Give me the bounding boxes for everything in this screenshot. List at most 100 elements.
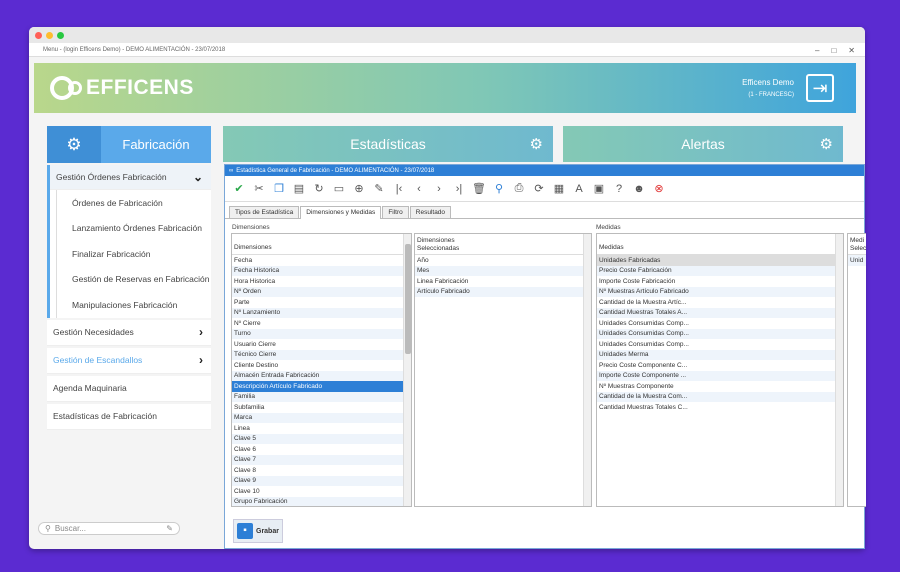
list-item[interactable]: Unidades Fabricadas [597, 255, 843, 266]
list-item[interactable]: Descripción Artículo Fabricado [232, 381, 411, 392]
dimensiones-seleccionadas-list[interactable]: Dimensiones Seleccionadas Año Mes Linea Fa… [414, 233, 592, 507]
search-input[interactable]: Buscar... [55, 524, 162, 533]
list-item[interactable]: Usuario Cierre [232, 339, 411, 350]
list-item[interactable]: Clave 6 [232, 444, 411, 455]
maximize-button[interactable]: □ [831, 46, 836, 55]
translate-icon[interactable]: A [571, 181, 587, 197]
sidebar-subitem[interactable]: Finalizar Fabricación [56, 241, 211, 267]
next-icon[interactable]: › [431, 181, 447, 197]
close-dot[interactable] [35, 31, 42, 39]
tab-tipos[interactable]: Tipos de Estadística [229, 206, 300, 218]
list-item[interactable]: Fecha [232, 255, 411, 266]
search-icon[interactable]: ⚲ [491, 181, 507, 197]
list-item[interactable]: Nº Lanzamiento [232, 307, 411, 318]
sidebar-subitem[interactable]: Gestión de Reservas en Fabricación [56, 266, 211, 292]
sidebar-item-escandallos[interactable]: Gestión de Escandallos › [47, 347, 211, 374]
add-icon[interactable]: ⊕ [351, 181, 367, 197]
list-item[interactable]: Técnico Cierre [232, 349, 411, 360]
list-item[interactable]: Nº Muestras Artículo Fabricado [597, 286, 843, 297]
list-item[interactable]: Clave 9 [232, 475, 411, 486]
list-item[interactable]: Nº Cierre [232, 318, 411, 329]
alertas-panel[interactable]: Alertas ⚙ [563, 126, 843, 162]
list-item[interactable]: Marca [232, 412, 411, 423]
cancel-icon[interactable]: ⊗ [651, 181, 667, 197]
list-item[interactable]: Unidades Consumidas Comp... [597, 339, 843, 350]
list-item[interactable]: Clave 5 [232, 433, 411, 444]
list-item[interactable]: Cantidad de la Muestra Artíc... [597, 297, 843, 308]
sidebar-search[interactable]: ⚲ Buscar... ✎ [38, 522, 180, 535]
paste-icon[interactable]: ▤ [291, 181, 307, 197]
list-item[interactable]: Importe Coste Componente ... [597, 370, 843, 381]
list-item[interactable]: Turno [232, 328, 411, 339]
list-item[interactable]: Unid [848, 255, 866, 266]
tab-resultado[interactable]: Resultado [409, 206, 452, 218]
list-item[interactable]: Unidades Merma [597, 349, 843, 360]
scrollbar[interactable] [583, 234, 591, 506]
cut-icon[interactable]: ✂ [251, 181, 267, 197]
list-item[interactable]: Unidades Consumidas Comp... [597, 318, 843, 329]
minimize-button[interactable]: – [815, 46, 819, 55]
prev-icon[interactable]: ‹ [411, 181, 427, 197]
list-item[interactable]: Cliente Destino [232, 360, 411, 371]
sidebar-subitem[interactable]: Órdenes de Fabricación [56, 190, 211, 216]
list-item[interactable]: Precio Coste Fabricación [597, 265, 843, 276]
close-button[interactable]: ✕ [848, 46, 855, 55]
last-icon[interactable]: ›| [451, 181, 467, 197]
excel-icon[interactable]: ▦ [551, 181, 567, 197]
zoom-dot[interactable] [57, 31, 64, 39]
list-item[interactable]: Nº Orden [232, 286, 411, 297]
copy-icon[interactable]: ❐ [271, 181, 287, 197]
tab-filtro[interactable]: Filtro [382, 206, 409, 218]
sidebar-item-gestion-ordenes[interactable]: Gestión Órdenes Fabricación ⌄ [50, 165, 211, 190]
eraser-icon[interactable]: ✎ [166, 524, 173, 533]
refresh-icon[interactable]: ↻ [311, 181, 327, 197]
list-item[interactable]: Subfamilia [232, 402, 411, 413]
users-icon[interactable]: ☻ [631, 181, 647, 197]
sync-icon[interactable]: ⟳ [531, 181, 547, 197]
list-item[interactable]: Cantidad Muestras Totales A... [597, 307, 843, 318]
list-item[interactable]: Cantidad Muestras Totales C... [597, 402, 843, 413]
list-item[interactable]: Cantidad de la Muestra Com... [597, 391, 843, 402]
medidas-seleccionadas-list[interactable]: Medi Selec Unid [847, 233, 866, 507]
list-item[interactable]: Linea Fabricación [415, 276, 591, 287]
logout-icon[interactable]: ⇥ [806, 74, 834, 102]
scrollbar[interactable] [403, 234, 411, 506]
image-icon[interactable]: ▣ [591, 181, 607, 197]
list-item[interactable]: Importe Coste Fabricación [597, 276, 843, 287]
sidebar-subitem[interactable]: Manipulaciones Fabricación [56, 292, 211, 318]
first-icon[interactable]: |‹ [391, 181, 407, 197]
tab-dimensiones[interactable]: Dimensiones y Medidas [300, 206, 382, 219]
accept-icon[interactable]: ✔ [231, 181, 247, 197]
sidebar-item-necesidades[interactable]: Gestión Necesidades › [47, 319, 211, 346]
gear-icon[interactable]: ⚙ [530, 135, 543, 153]
list-item[interactable]: Clave 8 [232, 465, 411, 476]
medidas-list[interactable]: Medidas Unidades Fabricadas Precio Coste … [596, 233, 844, 507]
estadisticas-panel[interactable]: Estadísticas ⚙ [223, 126, 553, 162]
list-item[interactable]: Clave 7 [232, 454, 411, 465]
delete-icon[interactable]: 🗑 [471, 181, 487, 197]
dimensiones-list[interactable]: Dimensiones Fecha Fecha Historica Hora His… [231, 233, 412, 507]
scrollbar[interactable] [835, 234, 843, 506]
list-item[interactable]: Hora Historica [232, 276, 411, 287]
list-item[interactable]: Unidades Consumidas Comp... [597, 328, 843, 339]
help-icon[interactable]: ? [611, 181, 627, 197]
gear-icon[interactable]: ⚙ [820, 135, 833, 153]
folder-icon[interactable]: ▭ [331, 181, 347, 197]
save-button[interactable]: ▪ Grabar [233, 519, 283, 543]
list-item[interactable]: Nº Muestras Componente [597, 381, 843, 392]
list-item[interactable]: Artículo Fabricado [415, 286, 591, 297]
list-item[interactable]: Grupo Fabricación [232, 496, 411, 506]
list-item[interactable]: Precio Coste Componente C... [597, 360, 843, 371]
print-icon[interactable]: ⎙ [511, 181, 527, 197]
list-item[interactable]: Parte [232, 297, 411, 308]
list-item[interactable]: Linea [232, 423, 411, 434]
list-item[interactable]: Clave 10 [232, 486, 411, 497]
edit-icon[interactable]: ✎ [371, 181, 387, 197]
minimize-dot[interactable] [46, 31, 53, 39]
sidebar-item-estadisticas[interactable]: Estadísticas de Fabricación [47, 403, 211, 430]
sidebar-subitem[interactable]: Lanzamiento Órdenes Fabricación [56, 215, 211, 241]
list-item[interactable]: Almacén Entrada Fabricación [232, 370, 411, 381]
scroll-thumb[interactable] [405, 244, 411, 354]
list-item[interactable]: Fecha Historica [232, 265, 411, 276]
list-item[interactable]: Año [415, 255, 591, 266]
